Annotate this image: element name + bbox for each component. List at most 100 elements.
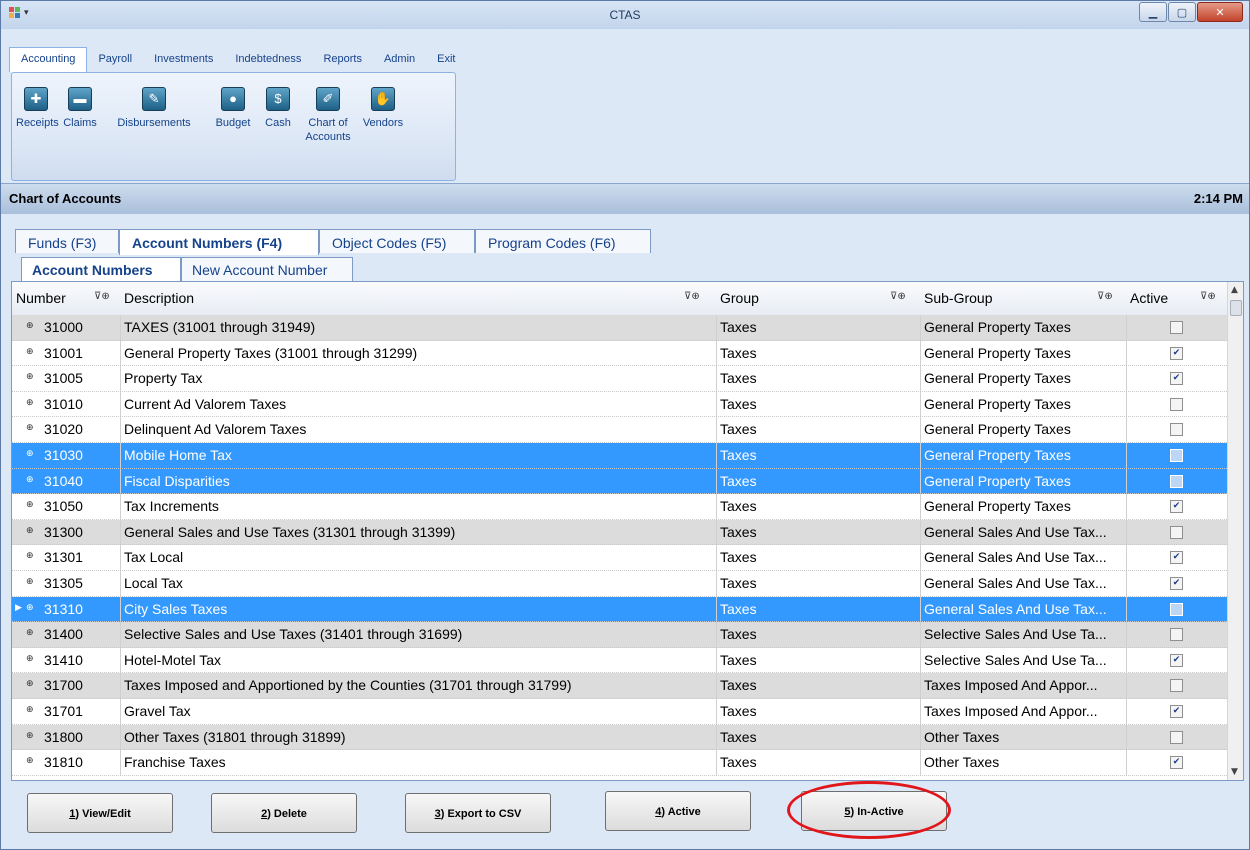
menu-exit[interactable]: Exit — [426, 48, 466, 72]
menu-investments[interactable]: Investments — [143, 48, 224, 72]
active-checkbox[interactable]: ✔ — [1170, 372, 1183, 386]
budget-button[interactable]: ● Budget — [210, 87, 256, 130]
row-pin-icon[interactable]: ⊕ — [26, 398, 34, 408]
table-row[interactable]: ⊕ 31000 TAXES (31001 through 31949) Taxes Ge… — [12, 315, 1227, 341]
table-row[interactable]: ⊕ 31410 Hotel-Motel Tax Taxes Selective Sale… — [12, 647, 1227, 674]
tab-account-numbers[interactable]: Account Numbers (F4) — [119, 229, 319, 255]
scroll-thumb[interactable] — [1230, 300, 1242, 316]
column-sub-group[interactable]: Sub-Group — [924, 290, 992, 306]
vertical-scrollbar[interactable]: ▲ ▼ — [1227, 282, 1243, 780]
table-row[interactable]: ⊕ 31400 Selective Sales and Use Taxes (314… — [12, 622, 1227, 648]
row-pin-icon[interactable]: ⊕ — [26, 705, 34, 715]
scroll-up-icon[interactable]: ▲ — [1231, 285, 1238, 295]
menu-indebtedness[interactable]: Indebtedness — [224, 48, 312, 72]
row-pin-icon[interactable]: ⊕ — [26, 731, 34, 741]
row-pin-icon[interactable]: ⊕ — [26, 321, 34, 331]
menu-reports[interactable]: Reports — [312, 48, 373, 72]
active-checkbox[interactable] — [1170, 602, 1183, 616]
table-row[interactable]: ⊕ 31030 Mobile Home Tax Taxes General Proper… — [12, 442, 1227, 469]
cell-sub-group: Selective Sales And Use Ta... — [924, 651, 1107, 668]
sub-group-filter-icon[interactable]: ⊽⊕ — [1097, 291, 1113, 302]
export-csv-button[interactable]: 3) Export to CSV — [405, 793, 551, 833]
table-row[interactable]: ⊕ 31800 Other Taxes (31801 through 31899) T… — [12, 724, 1227, 751]
active-checkbox[interactable] — [1170, 423, 1183, 437]
maximize-icon[interactable]: ▢ — [1168, 2, 1196, 22]
row-pin-icon[interactable]: ⊕ — [26, 756, 34, 766]
minimize-icon[interactable]: ▁ — [1139, 2, 1167, 22]
cell-number: 31005 — [44, 370, 83, 387]
chart-of-accounts-button[interactable]: ✐ Chart of Accounts — [300, 87, 356, 144]
row-pin-icon[interactable]: ⊕ — [26, 551, 34, 561]
table-row[interactable]: ⊕ 31020 Delinquent Ad Valorem Taxes Taxes Ge… — [12, 417, 1227, 443]
row-pin-icon[interactable]: ⊕ — [26, 577, 34, 587]
active-checkbox[interactable] — [1170, 448, 1183, 462]
receipts-button[interactable]: ✚ Receipts — [16, 87, 59, 130]
table-row[interactable]: ⊕ 31005 Property Tax Taxes General Property … — [12, 366, 1227, 392]
subtab-new-account-number[interactable]: New Account Number — [181, 257, 353, 281]
subtab-account-numbers[interactable]: Account Numbers — [21, 257, 181, 281]
tab-funds[interactable]: Funds (F3) — [15, 229, 119, 253]
number-filter-icon[interactable]: ⊽⊕ — [94, 291, 110, 302]
vendors-button[interactable]: ✋ Vendors — [358, 87, 408, 130]
row-pin-icon[interactable]: ⊕ — [26, 475, 34, 485]
table-row[interactable]: ⊕ 31001 General Property Taxes (31001 thro… — [12, 340, 1227, 367]
scroll-down-icon[interactable]: ▼ — [1231, 767, 1238, 777]
row-pin-icon[interactable]: ⊕ — [26, 423, 34, 433]
menu-payroll[interactable]: Payroll — [87, 48, 143, 72]
row-pin-icon[interactable]: ⊕ — [26, 628, 34, 638]
cash-button[interactable]: $ Cash — [258, 87, 298, 130]
active-checkbox[interactable]: ✔ — [1170, 576, 1183, 590]
column-description[interactable]: Description — [124, 290, 194, 306]
table-row[interactable]: ⊕ 31050 Tax Increments Taxes General Propert… — [12, 494, 1227, 520]
close-icon[interactable]: ✕ — [1197, 2, 1243, 22]
column-number[interactable]: Number — [16, 290, 66, 306]
active-filter-icon[interactable]: ⊽⊕ — [1200, 291, 1216, 302]
tab-program-codes[interactable]: Program Codes (F6) — [475, 229, 651, 253]
active-checkbox[interactable] — [1170, 628, 1183, 642]
active-checkbox[interactable] — [1170, 730, 1183, 744]
row-pin-icon[interactable]: ⊕ — [26, 526, 34, 536]
table-row[interactable]: ⊕ 31301 Tax Local Taxes General Sales And Us… — [12, 545, 1227, 571]
column-group[interactable]: Group — [720, 290, 759, 306]
row-pin-icon[interactable]: ⊕ — [26, 603, 34, 613]
active-checkbox[interactable] — [1170, 679, 1183, 693]
row-pin-icon[interactable]: ⊕ — [26, 679, 34, 689]
active-checkbox[interactable]: ✔ — [1170, 653, 1183, 667]
active-checkbox[interactable]: ✔ — [1170, 704, 1183, 718]
table-row[interactable]: ⊕ 31010 Current Ad Valorem Taxes Taxes Gener… — [12, 391, 1227, 418]
table-row[interactable]: ⊕ 31305 Local Tax Taxes General Sales And Us… — [12, 570, 1227, 597]
row-pin-icon[interactable]: ⊕ — [26, 372, 34, 382]
annotation-circle — [787, 781, 951, 839]
active-checkbox[interactable] — [1170, 397, 1183, 411]
disbursements-button[interactable]: ✎ Disbursements — [104, 87, 204, 130]
menu-accounting[interactable]: Accounting — [9, 47, 88, 72]
active-checkbox[interactable] — [1170, 474, 1183, 488]
column-active[interactable]: Active — [1130, 290, 1168, 306]
cell-description: Gravel Tax — [124, 702, 191, 719]
active-checkbox[interactable]: ✔ — [1170, 551, 1183, 565]
tab-object-codes[interactable]: Object Codes (F5) — [319, 229, 475, 253]
table-row[interactable]: ⊕ 31040 Fiscal Disparities Taxes General Pro… — [12, 468, 1227, 495]
table-row[interactable]: ⊕ 31701 Gravel Tax Taxes Taxes Imposed And A… — [12, 698, 1227, 725]
table-row[interactable]: ⊕ 31300 General Sales and Use Taxes (31301… — [12, 519, 1227, 546]
table-row[interactable]: ⊕ 31810 Franchise Taxes Taxes Other Taxes ✔ — [12, 750, 1227, 776]
table-row[interactable]: ⊕ 31700 Taxes Imposed and Apportioned by t… — [12, 673, 1227, 699]
row-pin-icon[interactable]: ⊕ — [26, 654, 34, 664]
menu-admin[interactable]: Admin — [373, 48, 426, 72]
row-pin-icon[interactable]: ⊕ — [26, 500, 34, 510]
active-button[interactable]: 4) Active — [605, 791, 751, 831]
active-checkbox[interactable]: ✔ — [1170, 756, 1183, 770]
table-row[interactable]: ▶ ⊕ 31310 City Sales Taxes Taxes General Sale… — [12, 596, 1227, 623]
active-checkbox[interactable] — [1170, 321, 1183, 334]
row-pin-icon[interactable]: ⊕ — [26, 347, 34, 357]
active-checkbox[interactable] — [1170, 525, 1183, 539]
description-filter-icon[interactable]: ⊽⊕ — [684, 291, 700, 302]
claims-button[interactable]: ▬ Claims — [60, 87, 100, 130]
cell-sub-group: General Sales And Use Tax... — [924, 523, 1107, 540]
active-checkbox[interactable]: ✔ — [1170, 346, 1183, 360]
row-pin-icon[interactable]: ⊕ — [26, 449, 34, 459]
active-checkbox[interactable]: ✔ — [1170, 500, 1183, 514]
view-edit-button[interactable]: 1) View/Edit — [27, 793, 173, 833]
delete-button[interactable]: 2) Delete — [211, 793, 357, 833]
group-filter-icon[interactable]: ⊽⊕ — [890, 291, 906, 302]
